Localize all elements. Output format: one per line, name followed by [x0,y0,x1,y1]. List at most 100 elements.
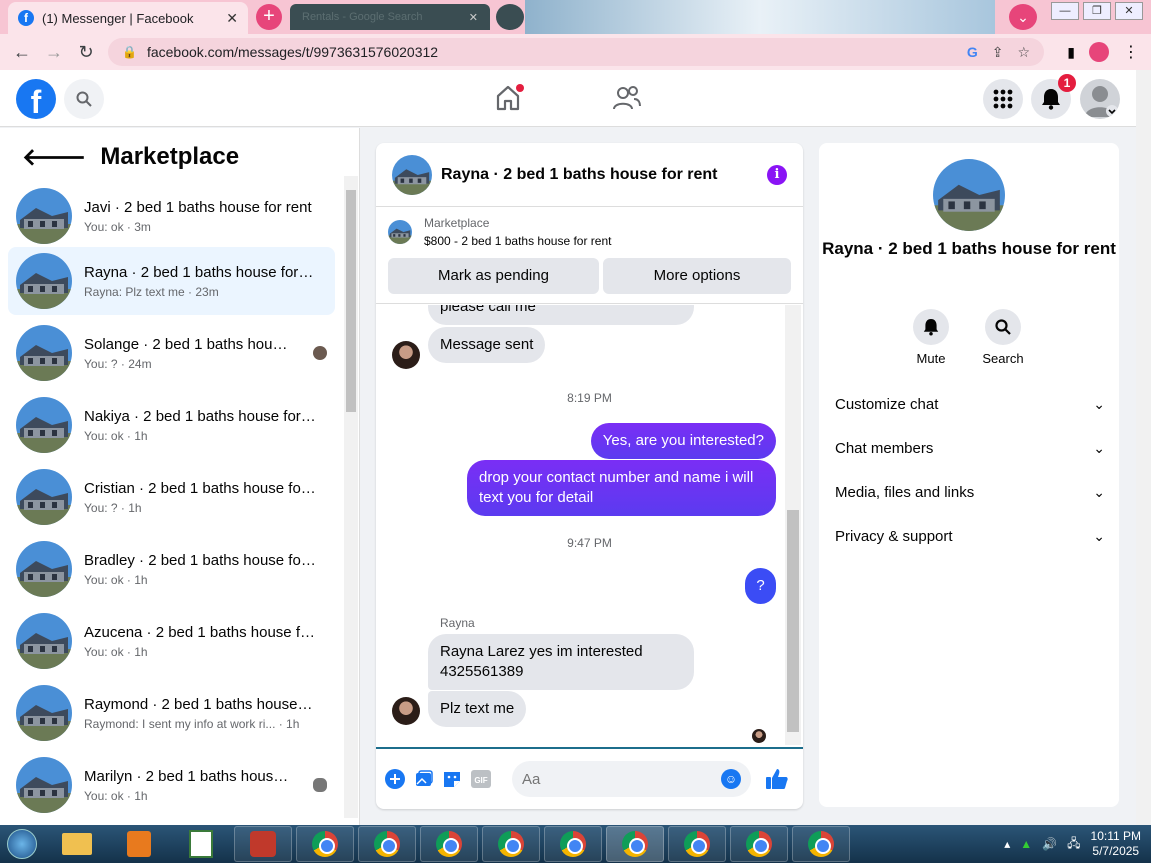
search-icon[interactable] [64,79,104,119]
page-scrollbar[interactable] [1136,70,1151,825]
chat-title[interactable]: Rayna · 2 bed 1 baths house for rent [441,166,718,184]
snipping-tool-icon[interactable] [234,826,292,862]
scrollbar-thumb[interactable] [346,190,356,412]
volume-icon[interactable]: 🔊 [1042,837,1057,851]
customize-chat-row[interactable]: Customize chat ⌄ [835,396,1105,413]
url-text: facebook.com/messages/t/9973631576020312 [146,44,439,60]
sender-name: Rayna [440,616,475,630]
house-thumbnail [16,469,72,525]
media-player-icon[interactable] [110,826,168,862]
network-app-icon[interactable]: ▲ [1020,837,1032,851]
chat-members-row[interactable]: Chat members ⌄ [835,440,1105,457]
conversation-item[interactable]: Javi · 2 bed 1 baths house for rent You: … [8,182,335,250]
message-input-box[interactable]: ☺ [512,761,751,797]
chrome-taskbar-icon[interactable] [420,826,478,862]
chrome-taskbar-icon[interactable] [544,826,602,862]
file-explorer-icon[interactable] [48,826,106,862]
house-thumbnail [16,253,72,309]
photo-icon[interactable] [413,766,436,792]
account-avatar[interactable] [1080,79,1120,119]
back-arrow-icon[interactable]: 🡐 [22,142,86,172]
message-input[interactable] [522,770,721,788]
close-tab-icon[interactable]: ✕ [226,10,238,27]
search-in-conversation-button[interactable]: Search [973,309,1033,366]
chrome-taskbar-icon[interactable] [358,826,416,862]
menu-grid-icon[interactable] [983,79,1023,119]
privacy-support-row[interactable]: Privacy & support ⌄ [835,528,1105,545]
minimize-button[interactable]: — [1051,2,1079,20]
scrollbar-thumb[interactable] [787,510,799,732]
sidebar-scrollbar[interactable] [344,176,358,818]
friends-icon[interactable] [612,84,642,112]
info-panel-title: Rayna · 2 bed 1 baths house for rent [822,239,1116,258]
google-icon[interactable]: G [967,44,978,61]
side-panel-icon[interactable]: ▮ [1067,44,1075,61]
chat-scrollbar[interactable] [785,305,801,745]
close-tab-icon[interactable]: ✕ [469,11,478,24]
chrome-icon [684,831,710,857]
conversation-preview: You: ? · 1h [84,500,142,515]
thumbs-up-icon[interactable] [765,766,789,792]
conversation-item[interactable]: Bradley · 2 bed 1 baths house for rent Yo… [8,535,335,603]
new-tab-button[interactable]: + [256,4,282,30]
taskbar-clock[interactable]: 10:11 PM 5/7/2025 [1091,829,1141,859]
chrome-taskbar-icon-active[interactable] [606,826,664,862]
gif-icon[interactable]: GIF [470,766,493,792]
message-bubble-outgoing: ? [745,568,776,604]
more-options-button[interactable]: More options [603,258,791,294]
spreadsheet-app-icon[interactable] [172,826,230,862]
network-icon[interactable]: 🖧 [1067,834,1080,855]
chrome-icon [312,831,338,857]
conversation-item[interactable]: Cristian · 2 bed 1 baths house for rent Y… [8,463,335,531]
lock-icon[interactable]: 🔒 [122,45,137,59]
chrome-icon [560,831,586,857]
browser-tab-messenger[interactable]: f (1) Messenger | Facebook ✕ [8,2,248,34]
mute-button[interactable]: Mute [901,309,961,366]
browser-tab-search[interactable]: Rentals - Google Search ✕ [290,4,490,30]
profile-avatar[interactable] [1089,42,1109,62]
reload-icon[interactable]: ↻ [70,42,102,63]
tab-search-icon[interactable]: ⌄ [1009,4,1037,30]
back-arrow-icon[interactable]: ← [6,42,38,63]
search-icon [985,309,1021,345]
conversation-item[interactable]: Marilyn · 2 bed 1 baths house for rent Yo… [8,751,335,819]
forward-arrow-icon[interactable]: → [38,42,70,63]
clock-time: 10:11 PM [1090,829,1141,843]
conversation-name: Solange · 2 bed 1 baths house for rent [84,335,294,353]
house-thumbnail [16,613,72,669]
menu-kebab-icon[interactable]: ⋮ [1123,42,1139,62]
conversation-item[interactable]: Solange · 2 bed 1 baths house for rent Yo… [8,319,335,387]
conversation-item-active[interactable]: Rayna · 2 bed 1 baths house for rent Rayn… [8,247,335,315]
chrome-taskbar-icon[interactable] [792,826,850,862]
tab-title: (1) Messenger | Facebook [42,10,194,26]
conversation-item[interactable]: Raymond · 2 bed 1 baths house for rent Ra… [8,679,335,747]
chrome-taskbar-icon[interactable] [296,826,354,862]
facebook-logo-icon[interactable]: f [16,79,56,120]
close-window-button[interactable]: ✕ [1115,2,1143,20]
conversation-preview: Rayna: Plz text me · 23m [84,284,219,299]
bookmark-star-icon[interactable]: ☆ [1017,44,1030,61]
conversation-preview: Raymond: I sent my info at work ri... · … [84,716,300,731]
chrome-taskbar-icon[interactable] [668,826,726,862]
house-thumbnail[interactable] [392,155,432,195]
tab-icon[interactable] [496,4,524,30]
listing-row[interactable]: Marketplace $800 - 2 bed 1 baths house f… [388,216,611,248]
chrome-taskbar-icon[interactable] [482,826,540,862]
conversation-item[interactable]: Azucena · 2 bed 1 baths house for rent Yo… [8,607,335,675]
sticker-icon[interactable] [441,766,464,792]
start-button[interactable] [0,826,44,862]
restore-button[interactable]: ❐ [1083,2,1111,20]
info-icon[interactable]: i [767,164,787,185]
share-icon[interactable]: ⇪ [992,44,1004,61]
plus-circle-icon[interactable] [384,766,407,792]
mark-as-pending-button[interactable]: Mark as pending [388,258,599,294]
media-files-links-row[interactable]: Media, files and links ⌄ [835,484,1105,501]
chrome-icon [374,831,400,857]
emoji-icon[interactable]: ☺ [721,769,741,789]
sender-avatar [392,697,420,725]
chrome-icon [498,831,524,857]
address-bar[interactable]: 🔒 facebook.com/messages/t/99736315760203… [108,38,1044,66]
conversation-item[interactable]: Nakiya · 2 bed 1 baths house for rent You… [8,391,335,459]
tray-expand-icon[interactable]: ▴ [1004,837,1010,851]
chrome-taskbar-icon[interactable] [730,826,788,862]
